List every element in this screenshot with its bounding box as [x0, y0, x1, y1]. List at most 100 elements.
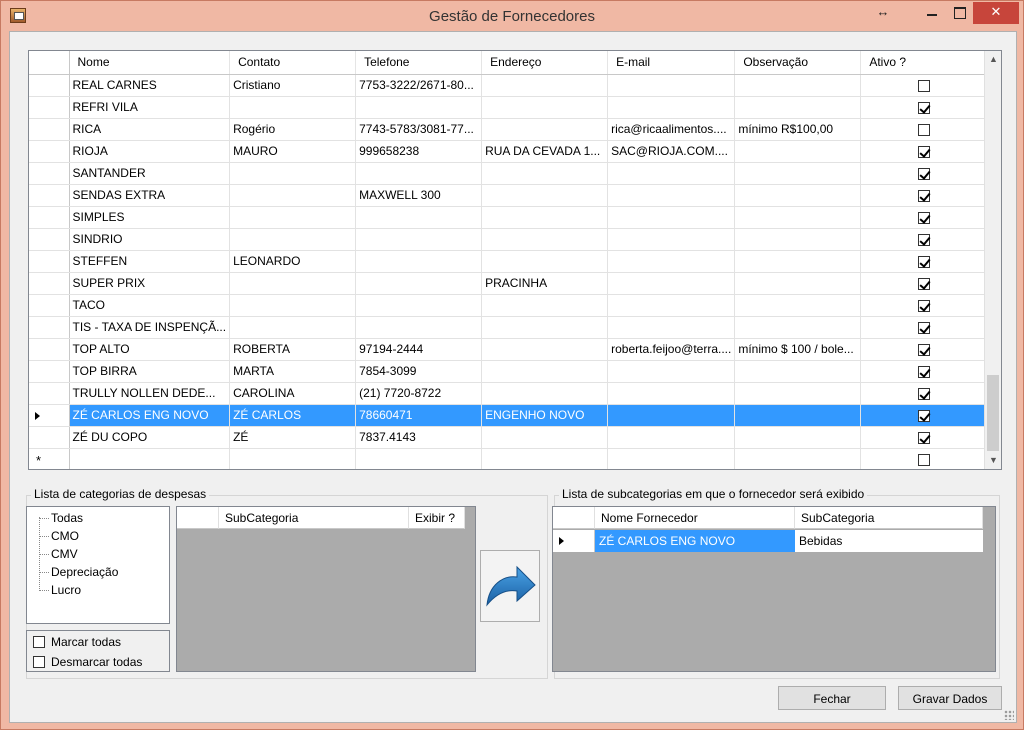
cell-observacao[interactable]: mínimo $ 100 / bole...: [734, 338, 862, 361]
cell-observacao[interactable]: [734, 74, 862, 97]
cell-email[interactable]: [607, 272, 736, 295]
cell-observacao[interactable]: [734, 316, 862, 339]
cell-ativo[interactable]: [860, 140, 988, 163]
cell-email[interactable]: [607, 294, 736, 317]
table-row[interactable]: SANTANDER: [29, 162, 988, 185]
col-nome-fornecedor-header[interactable]: Nome Fornecedor: [595, 507, 795, 529]
cell-telefone[interactable]: (21) 7720-8722: [355, 382, 483, 405]
resize-grip[interactable]: [1004, 710, 1014, 720]
cell-observacao[interactable]: [734, 162, 862, 185]
cell-ativo[interactable]: [860, 382, 988, 405]
cell-contato[interactable]: MARTA: [229, 360, 357, 383]
cell-observacao[interactable]: [734, 184, 862, 207]
cell-nome[interactable]: SIMPLES: [69, 206, 231, 229]
close-window-button[interactable]: ✕: [973, 2, 1019, 24]
row-header[interactable]: [29, 250, 70, 273]
cell-contato[interactable]: MAURO: [229, 140, 357, 163]
cell-endereco[interactable]: ENGENHO NOVO: [481, 404, 609, 427]
cell-contato[interactable]: ROBERTA: [229, 338, 357, 361]
cell-ativo[interactable]: [860, 272, 988, 295]
tree-item-depreciacao[interactable]: Depreciação: [35, 563, 118, 581]
cell-telefone[interactable]: [355, 272, 483, 295]
ativo-checkbox[interactable]: [917, 453, 930, 466]
ativo-checkbox[interactable]: [917, 101, 930, 114]
cell-nome[interactable]: STEFFEN: [69, 250, 231, 273]
cell-telefone[interactable]: 78660471: [355, 404, 483, 427]
col-endereco-header[interactable]: Endereço: [481, 51, 609, 75]
cell-email[interactable]: SAC@RIOJA.COM....: [607, 140, 736, 163]
scroll-thumb[interactable]: [987, 375, 999, 451]
col-nome-header[interactable]: Nome: [69, 51, 231, 75]
row-header[interactable]: [29, 118, 70, 141]
ativo-checkbox[interactable]: [917, 189, 930, 202]
resize-icon[interactable]: ↔: [871, 2, 895, 24]
fgrid-corner-header[interactable]: [553, 507, 595, 529]
cell-nome[interactable]: TRULLY NOLLEN DEDE...: [69, 382, 231, 405]
table-row[interactable]: ZÉ CARLOS ENG NOVO ZÉ CARLOS 78660471 ENGEN…: [29, 404, 988, 427]
cell-observacao[interactable]: [734, 426, 862, 449]
cell-telefone[interactable]: [355, 250, 483, 273]
cell-ativo[interactable]: [860, 250, 988, 273]
table-row[interactable]: TRULLY NOLLEN DEDE... CAROLINA (21) 7720-8…: [29, 382, 988, 405]
row-header[interactable]: [29, 294, 70, 317]
cell-email[interactable]: [607, 228, 736, 251]
table-row[interactable]: SIMPLES: [29, 206, 988, 229]
cell-nome[interactable]: REAL CARNES: [69, 74, 231, 97]
table-row[interactable]: TIS - TAXA DE INSPENÇÃ...: [29, 316, 988, 339]
cell-contato[interactable]: [229, 206, 357, 229]
subgrid-corner-header[interactable]: [177, 507, 219, 529]
row-header[interactable]: [29, 404, 70, 427]
fgrid-cell-subcategoria[interactable]: Bebidas: [795, 530, 983, 552]
cell-observacao[interactable]: [734, 96, 862, 119]
col-observacao-header[interactable]: Observação: [734, 51, 862, 75]
cell-ativo[interactable]: [860, 74, 988, 97]
table-row[interactable]: SENDAS EXTRA MAXWELL 300: [29, 184, 988, 207]
cell-telefone[interactable]: 999658238: [355, 140, 483, 163]
col-ativo-header[interactable]: Ativo ?: [860, 51, 988, 75]
row-header[interactable]: [29, 96, 70, 119]
cell-observacao[interactable]: [734, 140, 862, 163]
cell-email[interactable]: [607, 162, 736, 185]
table-row[interactable]: TOP ALTO ROBERTA 97194-2444 roberta.feijoo@…: [29, 338, 988, 361]
ativo-checkbox[interactable]: [917, 211, 930, 224]
cell-email[interactable]: [607, 206, 736, 229]
cell-ativo[interactable]: [860, 162, 988, 185]
table-row[interactable]: SUPER PRIX PRACINHA: [29, 272, 988, 295]
row-header[interactable]: [29, 140, 70, 163]
col-subcategoria-header[interactable]: SubCategoria: [219, 507, 409, 529]
cell-email[interactable]: [607, 382, 736, 405]
cell-endereco[interactable]: [481, 206, 609, 229]
cell-endereco[interactable]: [481, 338, 609, 361]
tree-item-todas[interactable]: Todas: [35, 509, 83, 527]
cell-nome[interactable]: RICA: [69, 118, 231, 141]
cell-nome[interactable]: ZÉ CARLOS ENG NOVO: [69, 404, 231, 427]
new-row-cell[interactable]: [734, 448, 862, 469]
cell-nome[interactable]: ZÉ DU COPO: [69, 426, 231, 449]
cell-ativo[interactable]: [860, 316, 988, 339]
ativo-checkbox[interactable]: [917, 431, 930, 444]
cell-endereco[interactable]: [481, 228, 609, 251]
cell-ativo[interactable]: [860, 118, 988, 141]
new-row-ativo-cell[interactable]: [860, 448, 988, 469]
cell-ativo[interactable]: [860, 206, 988, 229]
cell-contato[interactable]: Rogério: [229, 118, 357, 141]
cell-endereco[interactable]: [481, 250, 609, 273]
cell-telefone[interactable]: [355, 162, 483, 185]
cell-observacao[interactable]: [734, 294, 862, 317]
cell-contato[interactable]: [229, 228, 357, 251]
scroll-down-icon[interactable]: ▼: [985, 452, 1001, 469]
save-data-button[interactable]: Gravar Dados: [898, 686, 1002, 710]
cell-contato[interactable]: [229, 294, 357, 317]
col-email-header[interactable]: E-mail: [607, 51, 736, 75]
row-header[interactable]: [29, 426, 70, 449]
cell-nome[interactable]: SUPER PRIX: [69, 272, 231, 295]
cell-nome[interactable]: SANTANDER: [69, 162, 231, 185]
mark-all-checkbox[interactable]: [33, 636, 45, 648]
cell-endereco[interactable]: [481, 162, 609, 185]
cell-contato[interactable]: ZÉ: [229, 426, 357, 449]
cell-contato[interactable]: [229, 316, 357, 339]
new-row-cell[interactable]: [355, 448, 483, 469]
new-row-cell[interactable]: [69, 448, 231, 469]
row-header[interactable]: [29, 184, 70, 207]
table-row[interactable]: REAL CARNES Cristiano 7753-3222/2671-80...: [29, 74, 988, 97]
